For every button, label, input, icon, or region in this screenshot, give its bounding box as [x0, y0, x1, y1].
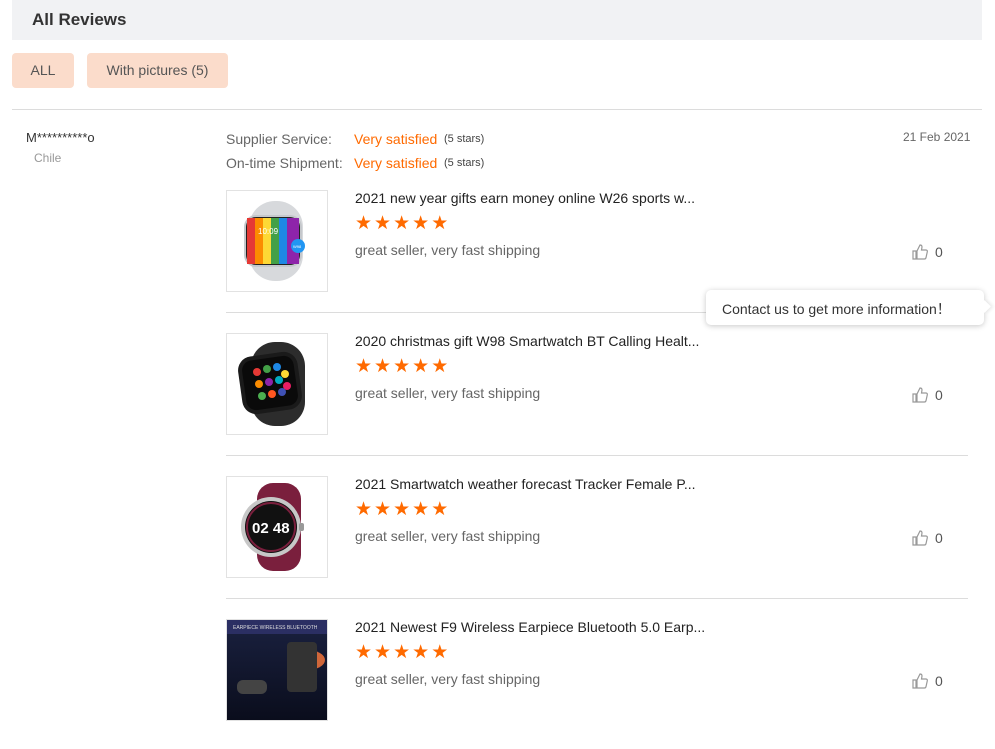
- product-thumbnail[interactable]: EARPIECE WIRELESS BLUETOOTH: [226, 619, 328, 721]
- review-comment: great seller, very fast shipping: [355, 528, 541, 544]
- shipment-label: On-time Shipment:: [226, 155, 343, 171]
- supplier-service-stars: (5 stars): [444, 133, 485, 145]
- svg-text:02 48: 02 48: [252, 520, 290, 537]
- reviewer-name: M**********o: [26, 130, 95, 145]
- smartwatch-image: [238, 342, 305, 426]
- product-thumbnail[interactable]: 02 48: [226, 476, 328, 578]
- divider: [226, 455, 968, 456]
- review-item: 02 48 2021 Smartwatch weather forecast T…: [226, 476, 968, 606]
- reviewer-country: Chile: [34, 151, 62, 165]
- thumbs-up-icon: [912, 530, 928, 546]
- product-name[interactable]: 2021 Smartwatch weather forecast Tracker…: [355, 476, 696, 492]
- filter-all-button[interactable]: ALL: [12, 53, 74, 88]
- contact-tooltip[interactable]: Contact us to get more information！: [706, 290, 984, 325]
- like-count: 0: [935, 530, 943, 546]
- review-item: 2020 christmas gift W98 Smartwatch BT Ca…: [226, 333, 968, 463]
- earpiece-image: EARPIECE WIRELESS BLUETOOTH: [227, 620, 327, 720]
- thumbs-up-icon: [912, 673, 928, 689]
- review-date: 21 Feb 2021: [903, 130, 971, 144]
- divider: [226, 598, 968, 599]
- filter-with-pictures-button[interactable]: With pictures (5): [87, 53, 228, 88]
- svg-text:W98: W98: [293, 244, 302, 249]
- supplier-service-label: Supplier Service:: [226, 131, 332, 147]
- product-thumbnail[interactable]: 10:09 W98: [226, 190, 328, 292]
- review-comment: great seller, very fast shipping: [355, 242, 541, 258]
- like-button[interactable]: 0: [911, 529, 943, 547]
- like-count: 0: [935, 673, 943, 689]
- svg-text:10:09: 10:09: [258, 227, 279, 236]
- star-rating: ★ ★ ★ ★ ★: [355, 356, 449, 377]
- shipment-value: Very satisfied: [354, 155, 438, 171]
- review-item: EARPIECE WIRELESS BLUETOOTH 2021 Newest …: [226, 619, 968, 749]
- thumbs-up-icon: [912, 244, 928, 260]
- page-title: All Reviews: [32, 10, 127, 29]
- like-button[interactable]: 0: [911, 243, 943, 261]
- product-name[interactable]: 2021 new year gifts earn money online W2…: [355, 190, 695, 206]
- review-comment: great seller, very fast shipping: [355, 385, 541, 401]
- shipment-stars: (5 stars): [444, 157, 485, 169]
- svg-text:EARPIECE WIRELESS BLUETOOTH: EARPIECE WIRELESS BLUETOOTH: [233, 625, 318, 631]
- like-count: 0: [935, 387, 943, 403]
- star-rating: ★ ★ ★ ★ ★: [355, 213, 449, 234]
- like-count: 0: [935, 244, 943, 260]
- reviews-header: All Reviews: [12, 0, 982, 40]
- supplier-service-value: Very satisfied: [354, 131, 438, 147]
- product-name[interactable]: 2021 Newest F9 Wireless Earpiece Bluetoo…: [355, 619, 705, 635]
- like-button[interactable]: 0: [911, 386, 943, 404]
- like-button[interactable]: 0: [911, 672, 943, 690]
- product-name[interactable]: 2020 christmas gift W98 Smartwatch BT Ca…: [355, 333, 699, 349]
- smartwatch-image: 02 48: [241, 483, 304, 571]
- smartwatch-image: 10:09 W98: [244, 201, 305, 281]
- thumbs-up-icon: [912, 387, 928, 403]
- star-rating: ★ ★ ★ ★ ★: [355, 642, 449, 663]
- product-thumbnail[interactable]: [226, 333, 328, 435]
- review-comment: great seller, very fast shipping: [355, 671, 541, 687]
- divider: [12, 109, 982, 110]
- tooltip-text: Contact us to get more information！: [722, 301, 951, 317]
- star-rating: ★ ★ ★ ★ ★: [355, 499, 449, 520]
